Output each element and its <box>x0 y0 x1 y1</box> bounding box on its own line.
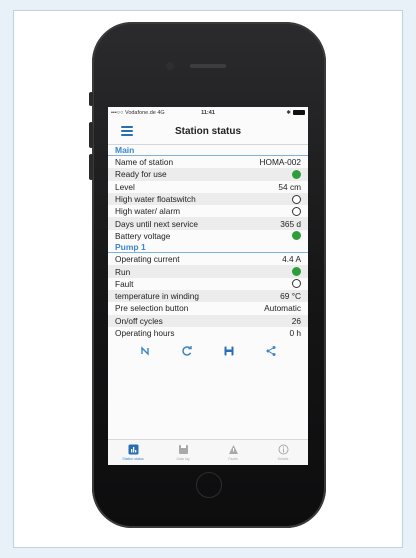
tab-bar: Station status Data log Faults Details <box>108 439 308 465</box>
status-indicator-off <box>292 194 301 204</box>
status-row: temperature in winding 69 °C <box>108 289 308 303</box>
row-value: Automatic <box>264 303 301 314</box>
row-label: On/off cycles <box>115 315 163 326</box>
status-time: 11:41 <box>201 109 215 116</box>
section-header: Pump 1 <box>108 242 308 254</box>
status-indicator-on <box>292 231 301 241</box>
sync-icon[interactable] <box>138 344 152 358</box>
refresh-icon[interactable] <box>180 344 194 358</box>
row-value: HOMA-002 <box>259 157 302 168</box>
status-row: Battery voltage <box>108 230 308 242</box>
row-value: 0 h <box>289 328 301 338</box>
volume-up-button <box>89 122 93 148</box>
status-row: Run <box>108 265 308 278</box>
row-label: Pre selection button <box>115 303 189 314</box>
tab-data-log[interactable]: Data log <box>163 440 203 465</box>
row-label: Level <box>115 181 135 192</box>
phone-screen: •••○○ Vodafone.de 4G 11:41 ✱ Station sta… <box>108 107 308 465</box>
tab-details[interactable]: Details <box>263 440 303 465</box>
row-label: Operating hours <box>115 328 175 338</box>
status-row: On/off cycles 26 <box>108 314 308 327</box>
status-indicator-on <box>292 267 301 277</box>
save-icon[interactable] <box>222 344 236 358</box>
tab-label: Data log <box>176 457 190 461</box>
tab-faults[interactable]: Faults <box>213 440 253 465</box>
row-value: 69 °C <box>280 291 301 302</box>
chart-icon <box>128 444 138 455</box>
status-row: Name of station HOMA-002 <box>108 156 308 168</box>
share-icon[interactable] <box>264 344 278 358</box>
row-value: 4.4 A <box>282 254 301 265</box>
row-label: High water floatswitch <box>115 194 196 205</box>
status-row: Ready for use <box>108 168 308 181</box>
status-row: High water floatswitch <box>108 192 308 206</box>
page-title: Station status <box>174 125 242 137</box>
status-row: Fault <box>108 278 308 290</box>
row-label: Run <box>115 266 131 277</box>
hamburger-menu-icon[interactable] <box>121 126 133 136</box>
status-row: Days until next service 365 d <box>108 217 308 230</box>
tab-station-status[interactable]: Station status <box>113 440 153 465</box>
disk-icon <box>178 445 188 454</box>
status-list: Main Name of station HOMA-002 Ready for use… <box>108 145 308 339</box>
volume-down-button <box>89 154 93 180</box>
status-bar: •••○○ Vodafone.de 4G 11:41 ✱ <box>108 107 308 118</box>
nav-bar: Station status <box>108 118 308 145</box>
tab-label: Station status <box>122 457 144 461</box>
row-label: Fault <box>115 278 134 289</box>
status-row: Pre selection button Automatic <box>108 302 308 314</box>
info-icon <box>278 444 288 455</box>
row-label: Ready for use <box>115 169 167 180</box>
mute-switch <box>89 92 93 106</box>
row-label: Operating current <box>115 254 180 265</box>
row-value: 365 d <box>280 218 301 229</box>
row-value: 54 cm <box>278 181 301 192</box>
status-row: Operating current 4.4 A <box>108 253 308 265</box>
status-row: High water/ alarm <box>108 205 308 217</box>
row-value: 26 <box>291 315 301 326</box>
tab-label: Details <box>277 457 289 461</box>
warning-icon <box>228 445 238 454</box>
row-label: Days until next service <box>115 218 199 229</box>
front-camera <box>166 62 174 70</box>
row-label: High water/ alarm <box>115 206 181 217</box>
status-indicator-on <box>292 169 301 179</box>
status-row: Operating hours 0 h <box>108 327 308 339</box>
earpiece-speaker <box>190 64 226 68</box>
row-label: Name of station <box>115 157 174 168</box>
row-label: temperature in winding <box>115 291 199 302</box>
status-row: Level 54 cm <box>108 181 308 193</box>
section-header: Main <box>108 145 308 156</box>
action-toolbar <box>108 342 308 360</box>
home-button[interactable] <box>196 472 222 498</box>
tab-label: Faults <box>228 457 238 461</box>
row-label: Battery voltage <box>115 230 171 241</box>
status-indicator-off <box>292 206 301 216</box>
status-indicator-off <box>292 279 301 289</box>
